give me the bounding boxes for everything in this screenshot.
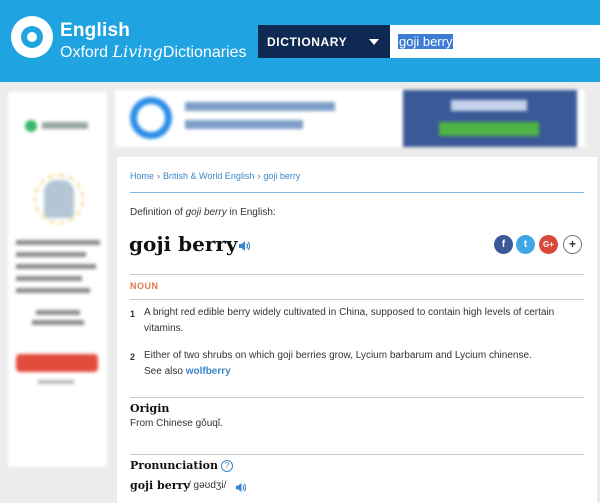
ad-circle-logo-icon — [130, 97, 172, 139]
audio-speaker-icon[interactable] — [235, 482, 246, 493]
help-icon[interactable]: ? — [221, 460, 233, 472]
audio-speaker-icon[interactable] — [238, 240, 250, 252]
pronunciation-ipa: / ɡəʊdʒi/ — [188, 480, 227, 491]
sense-definition: A bright red edible berry widely cultiva… — [144, 307, 555, 334]
see-also-link[interactable]: wolfberry — [186, 366, 231, 377]
pronunciation-heading-label: Pronunciation — [130, 459, 218, 472]
oxford-logo-icon[interactable] — [11, 16, 53, 58]
ad-text-line — [16, 252, 86, 257]
banner-advertisement[interactable] — [115, 90, 585, 147]
divider — [130, 274, 584, 275]
ad-logo-icon — [25, 120, 37, 132]
ad-logo-text — [42, 122, 88, 129]
part-of-speech: NOUN — [130, 281, 159, 291]
sense-number: 1 — [130, 309, 136, 319]
search-input-value: goji berry — [398, 34, 454, 49]
sense-number: 2 — [130, 352, 136, 362]
ad-text-line — [16, 276, 82, 281]
sense-definition: Either of two shrubs on which goji berri… — [144, 348, 584, 380]
brand-title[interactable]: English — [60, 20, 130, 42]
ad-text-line — [185, 102, 335, 111]
chevron-down-icon — [369, 39, 379, 45]
divider — [130, 397, 584, 398]
twitter-share-icon[interactable]: t — [516, 235, 535, 254]
sense-definition-text: Either of two shrubs on which goji berri… — [144, 350, 532, 361]
ad-facebook-button[interactable] — [439, 122, 539, 136]
breadcrumb-section-link[interactable]: British & World English — [163, 171, 254, 181]
divider — [130, 299, 584, 300]
site-header: English Oxford LivingDictionaries DICTIO… — [0, 0, 600, 82]
dictionary-select[interactable]: DICTIONARY — [258, 25, 390, 58]
ad-text-line — [16, 240, 100, 245]
brand-living: Living — [112, 42, 163, 61]
origin-text: From Chinese gǒuqǐ. — [130, 418, 223, 429]
brand-subtitle[interactable]: Oxford LivingDictionaries — [60, 42, 247, 62]
ad-text-line — [36, 310, 80, 315]
pronunciation-word: goji berry — [130, 479, 190, 492]
left-advertisement[interactable] — [8, 92, 107, 467]
more-share-icon[interactable]: + — [563, 235, 582, 254]
headword: goji berry — [129, 232, 238, 256]
ad-facebook-panel[interactable] — [403, 90, 577, 147]
ad-facebook-text — [451, 100, 527, 111]
breadcrumb-current-link[interactable]: goji berry — [263, 171, 300, 181]
ad-text-line — [16, 264, 96, 269]
breadcrumb-separator: › — [157, 171, 161, 181]
google-plus-share-icon[interactable]: G+ — [539, 235, 558, 254]
search-input[interactable]: goji berry — [390, 25, 600, 58]
divider — [130, 192, 584, 193]
ad-small-text — [38, 380, 74, 384]
ad-text-line — [32, 320, 84, 325]
see-also-label: See also — [144, 366, 183, 377]
definition-intro: Definition of goji berry in English: — [130, 207, 276, 218]
definition-suffix: in English: — [229, 207, 276, 218]
definition-prefix: Definition of — [130, 207, 183, 218]
ad-cta-button[interactable] — [16, 354, 98, 372]
pronunciation-heading: Pronunciation? — [130, 459, 233, 472]
brand-oxford: Oxford — [60, 44, 109, 61]
ad-text-line — [185, 120, 303, 129]
brand-dictionaries: Dictionaries — [162, 44, 247, 61]
breadcrumb-home-link[interactable]: Home — [130, 171, 154, 181]
dictionary-select-label: DICTIONARY — [267, 35, 348, 49]
ad-text-line — [16, 288, 90, 293]
breadcrumb: Home › British & World English › goji berry — [130, 171, 300, 181]
divider — [130, 454, 584, 455]
breadcrumb-separator: › — [257, 171, 261, 181]
ad-person-image — [44, 180, 74, 218]
facebook-share-icon[interactable]: f — [494, 235, 513, 254]
entry-panel: Home › British & World English › goji berry … — [117, 157, 597, 503]
origin-heading: Origin — [130, 402, 170, 415]
definition-term: goji berry — [185, 207, 227, 218]
